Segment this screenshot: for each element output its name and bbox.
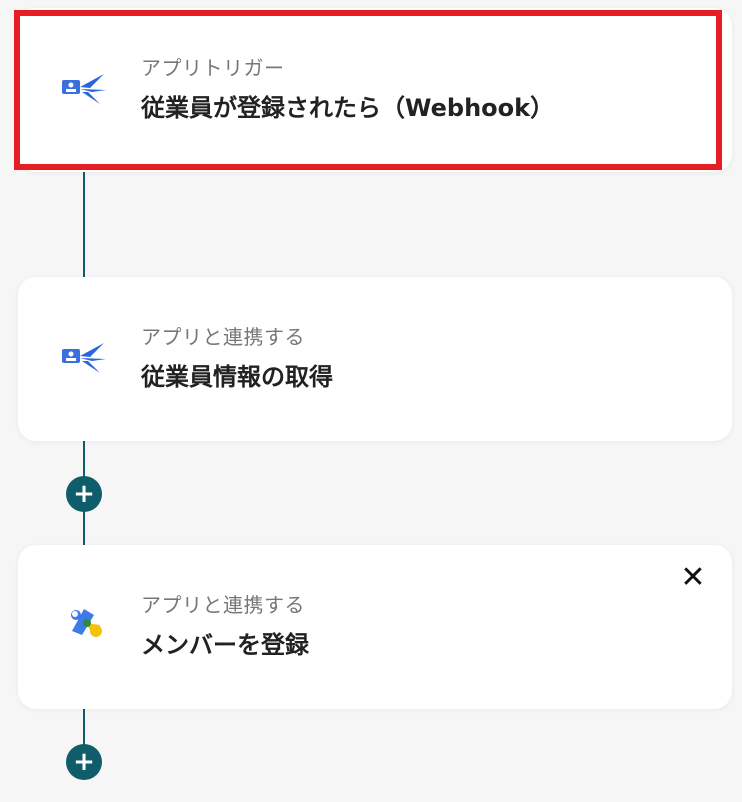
connector-line	[83, 170, 85, 280]
step-title: 従業員情報の取得	[141, 363, 333, 391]
smarthr-app-icon	[62, 74, 106, 104]
step-card-trigger[interactable]: アプリトリガー 従業員が登録されたら（Webhook）	[18, 8, 732, 172]
step-title: メンバーを登録	[141, 631, 309, 659]
step-card-get-employee[interactable]: アプリと連携する 従業員情報の取得	[18, 277, 732, 441]
step-title: 従業員が登録されたら（Webhook）	[141, 94, 555, 122]
step-category-label: アプリと連携する	[141, 325, 305, 349]
step-category-label: アプリトリガー	[141, 56, 285, 80]
google-workspace-icon	[71, 609, 102, 637]
add-step-button[interactable]: +	[66, 476, 102, 512]
close-icon[interactable]: ✕	[678, 563, 708, 593]
add-step-button[interactable]: +	[66, 744, 102, 780]
step-card-register-member[interactable]: アプリと連携する メンバーを登録 ✕	[18, 545, 732, 709]
step-category-label: アプリと連携する	[141, 593, 305, 617]
smarthr-app-icon	[62, 343, 106, 373]
